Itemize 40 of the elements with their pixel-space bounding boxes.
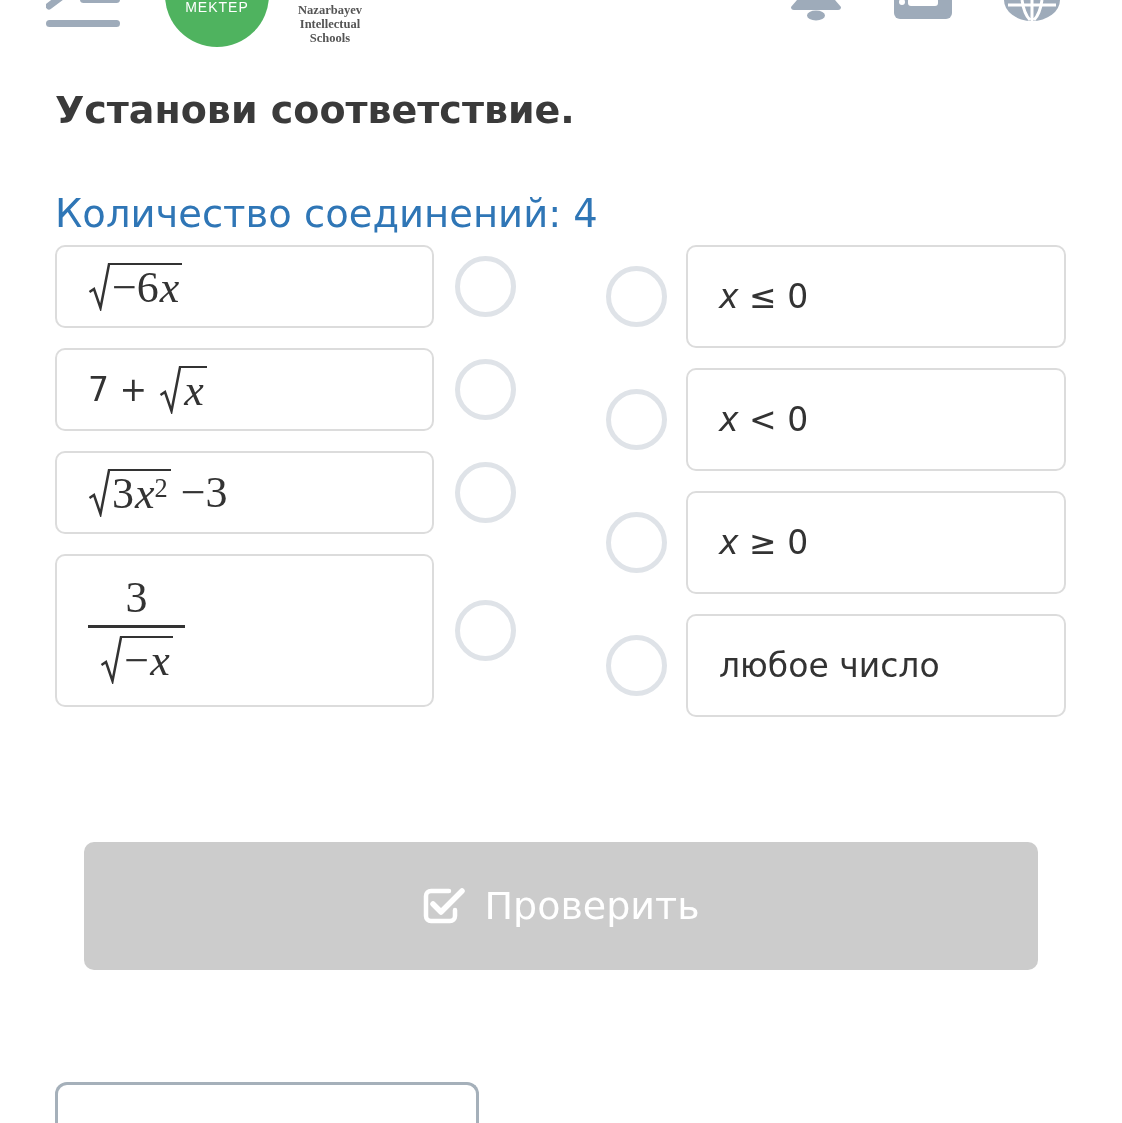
menu-icon[interactable] — [46, 0, 120, 28]
radicand-text: −x — [122, 635, 173, 684]
connection-ring-icon[interactable] — [455, 256, 516, 317]
answer-text: x < 0 — [719, 398, 809, 441]
square-root-icon — [88, 468, 110, 517]
answer-card[interactable]: любое число — [686, 614, 1066, 717]
connection-ring-icon[interactable] — [606, 266, 667, 327]
formula-card[interactable]: 3x$^{2}$ −3 — [55, 451, 434, 534]
square-root-icon — [100, 635, 123, 684]
square-root-icon — [159, 365, 182, 414]
id-card-icon[interactable] — [894, 0, 952, 19]
globe-icon[interactable] — [1004, 0, 1060, 21]
radicand-text: 3x$^{2}$ — [110, 468, 171, 517]
connection-ring-icon[interactable] — [606, 635, 667, 696]
answer-text: любое число — [719, 644, 940, 687]
radicand-text: x — [181, 365, 207, 414]
formula-text: 7 + — [88, 368, 148, 411]
numerator-text: 3 — [125, 575, 148, 621]
connection-ring-icon[interactable] — [455, 599, 516, 661]
answer-card[interactable]: x < 0 — [686, 368, 1066, 471]
checkbox-icon — [422, 887, 467, 925]
answer-text: x ≤ 0 — [719, 275, 809, 318]
answer-text: x ≥ 0 — [719, 521, 809, 564]
formula-card[interactable]: 7 + x — [55, 348, 434, 431]
formula-text: −3 — [180, 468, 228, 517]
radicand-text: −6x — [110, 262, 183, 311]
logo-text: MEKTEP — [184, 0, 250, 15]
formula-card[interactable]: −6x — [55, 245, 434, 328]
answer-card[interactable]: x ≥ 0 — [686, 491, 1066, 594]
answer-card[interactable]: x ≤ 0 — [686, 245, 1066, 348]
bell-icon[interactable] — [791, 0, 841, 21]
connections-count-text: Количество соединений: 4 — [55, 191, 599, 237]
square-root-icon — [88, 262, 110, 311]
school-name-text: Nazarbayev Intellectual Schools — [297, 3, 363, 45]
connection-ring-icon[interactable] — [455, 359, 516, 420]
connection-ring-icon[interactable] — [606, 512, 667, 573]
connection-ring-icon[interactable] — [606, 389, 667, 450]
formula-card[interactable]: 3 −x — [55, 554, 434, 707]
connection-ring-icon[interactable] — [455, 462, 516, 523]
task-title: Установи соответствие. — [55, 87, 576, 133]
